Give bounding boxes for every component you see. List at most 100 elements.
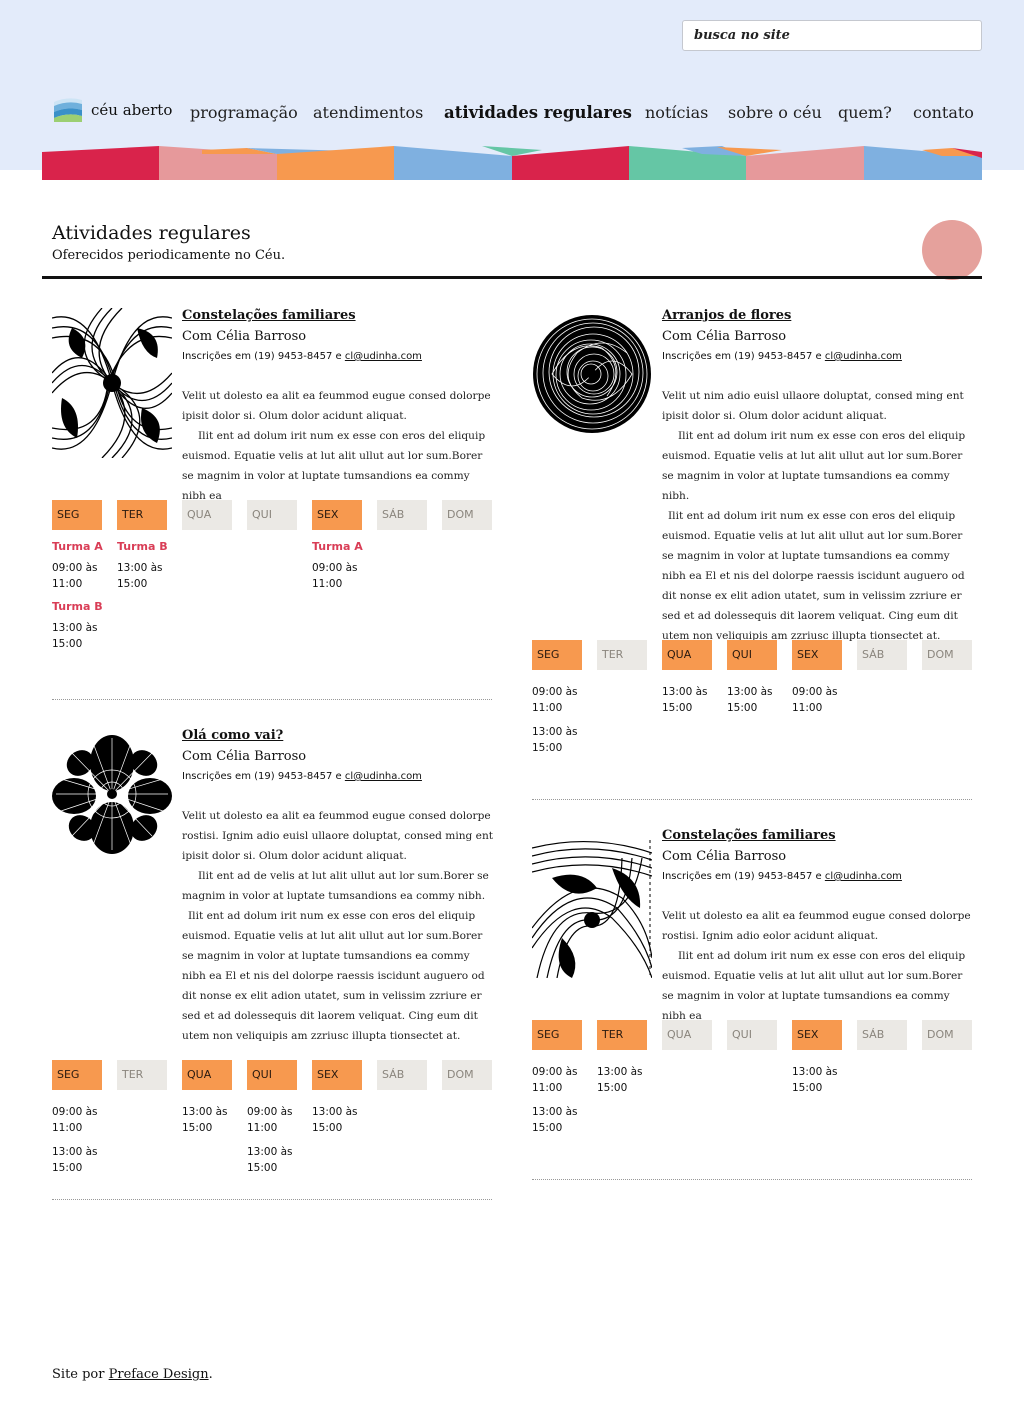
sky-logo-icon xyxy=(54,98,82,122)
day-sex: SEX xyxy=(312,1060,362,1090)
title-rule xyxy=(42,276,982,279)
day-dom: DOM xyxy=(442,500,492,530)
schedule-time: 13:00 às 15:00 xyxy=(52,1146,98,1174)
day-sex: SEX xyxy=(792,640,842,670)
activity-description: Velit ut dolesto ea alit ea feummod eugu… xyxy=(662,906,974,1026)
turma-label: Turma B xyxy=(52,600,103,613)
day-ter: TER xyxy=(117,1060,167,1090)
day-sab: SÁB xyxy=(377,500,427,530)
day-qui: QUI xyxy=(727,1020,777,1050)
description-paragraph: Ilit ent ad de velis at lut alit ullut a… xyxy=(182,870,489,902)
schedule-time: 09:00 às 11:00 xyxy=(532,1066,578,1094)
weekday-row: SEG TER QUA QUI SEX SÁB DOM xyxy=(532,640,972,670)
schedule-time: 13:00 às 15:00 xyxy=(662,686,708,714)
activity-title-link[interactable]: Olá como vai? xyxy=(182,728,283,743)
activity-title-link[interactable]: Constelações familiares xyxy=(662,828,836,843)
search-input[interactable] xyxy=(682,20,982,51)
card-divider xyxy=(532,799,972,800)
activity-image xyxy=(52,308,172,458)
activity-title-link[interactable]: Arranjos de flores xyxy=(662,308,791,323)
color-stripes-banner xyxy=(42,146,982,180)
weekday-row: SEG TER QUA QUI SEX SÁB DOM xyxy=(52,1060,492,1090)
schedule-time: 09:00 às 11:00 xyxy=(52,1106,98,1134)
home-logo-link[interactable]: céu aberto xyxy=(52,96,172,124)
schedule-time: 13:00 às 15:00 xyxy=(247,1146,293,1174)
day-seg: SEG xyxy=(52,500,102,530)
day-ter: TER xyxy=(597,1020,647,1050)
activity-contact: Inscrições em (19) 9453-8457 e cl@udinha… xyxy=(662,351,902,362)
day-sex: SEX xyxy=(792,1020,842,1050)
activity-image xyxy=(532,828,652,978)
day-qua: QUA xyxy=(182,1060,232,1090)
description-paragraph: Ilit ent ad dolum irit num ex esse con e… xyxy=(182,910,485,1042)
brand-name: céu aberto xyxy=(91,101,173,119)
email-link[interactable]: cl@udinha.com xyxy=(345,771,422,782)
activity-card: Constelações familiares Com Célia Barros… xyxy=(52,308,492,728)
activity-contact: Inscrições em (19) 9453-8457 e cl@udinha… xyxy=(182,351,422,362)
schedule-time: 13:00 às 15:00 xyxy=(182,1106,228,1134)
schedule-time: 13:00 às 15:00 xyxy=(597,1066,643,1094)
day-dom: DOM xyxy=(922,1020,972,1050)
day-sab: SÁB xyxy=(857,1020,907,1050)
activity-card: Constelações familiares Com Célia Barros… xyxy=(532,828,972,1188)
card-divider xyxy=(52,699,492,700)
activity-card: Arranjos de flores Com Célia Barroso Ins… xyxy=(532,308,972,808)
nav-item-atividades-regulares[interactable]: atividades regulares xyxy=(444,103,632,122)
site-footer: Site por Preface Design. xyxy=(52,1367,213,1382)
activity-author: Com Célia Barroso xyxy=(662,849,787,864)
description-paragraph: Ilit ent ad dolum irit num ex esse con e… xyxy=(662,510,965,642)
day-seg: SEG xyxy=(532,640,582,670)
schedule-time: 09:00 às 11:00 xyxy=(52,562,98,590)
weekday-row: SEG TER QUA QUI SEX SÁB DOM xyxy=(52,500,492,530)
card-divider xyxy=(532,1179,972,1180)
activity-card: Olá como vai? Com Célia Barroso Inscriçõ… xyxy=(52,728,493,1208)
schedule-time: 13:00 às 15:00 xyxy=(532,1106,578,1134)
contact-text: Inscrições em (19) 9453-8457 e xyxy=(662,871,825,882)
activity-title-link[interactable]: Constelações familiares xyxy=(182,308,356,323)
description-paragraph: Ilit ent ad dolum irit num ex esse con e… xyxy=(662,430,966,502)
email-link[interactable]: cl@udinha.com xyxy=(825,351,902,362)
schedule-time: 13:00 às 15:00 xyxy=(727,686,773,714)
nav-item-contato[interactable]: contato xyxy=(913,103,974,122)
day-sex: SEX xyxy=(312,500,362,530)
nav-item-atendimentos[interactable]: atendimentos xyxy=(313,103,423,122)
day-qua: QUA xyxy=(662,640,712,670)
spiral-pattern-image xyxy=(52,308,172,458)
contact-text: Inscrições em (19) 9453-8457 e xyxy=(662,351,825,362)
description-paragraph: Velit ut dolesto ea alit ea feummod eugu… xyxy=(182,390,491,422)
day-qui: QUI xyxy=(727,640,777,670)
day-dom: DOM xyxy=(442,1060,492,1090)
description-paragraph: Velit ut dolesto ea alit ea feummod eugu… xyxy=(662,910,971,942)
day-sab: SÁB xyxy=(857,640,907,670)
nav-item-quem[interactable]: quem? xyxy=(838,103,892,122)
day-dom: DOM xyxy=(922,640,972,670)
nav-item-noticias[interactable]: notícias xyxy=(645,103,708,122)
flower-pattern-image xyxy=(52,735,172,854)
footer-credit-link[interactable]: Preface Design xyxy=(109,1367,209,1382)
schedule-time: 09:00 às 11:00 xyxy=(532,686,578,714)
activity-contact: Inscrições em (19) 9453-8457 e cl@udinha… xyxy=(182,771,422,782)
footer-period: . xyxy=(208,1367,213,1382)
schedule-time: 09:00 às 11:00 xyxy=(312,562,358,590)
day-qua: QUA xyxy=(182,500,232,530)
vortex-circle-image xyxy=(533,315,651,433)
turma-label: Turma A xyxy=(52,540,103,553)
description-paragraph: Ilit ent ad dolum irit num ex esse con e… xyxy=(182,430,486,502)
weekday-row: SEG TER QUA QUI SEX SÁB DOM xyxy=(532,1020,972,1050)
email-link[interactable]: cl@udinha.com xyxy=(825,871,902,882)
activity-author: Com Célia Barroso xyxy=(182,749,307,764)
nav-item-sobre-o-ceu[interactable]: sobre o céu xyxy=(728,103,822,122)
schedule-time: 13:00 às 15:00 xyxy=(52,622,98,650)
schedule-time: 13:00 às 15:00 xyxy=(792,1066,838,1094)
footer-text: Site por xyxy=(52,1367,109,1382)
swirl-pattern-image xyxy=(532,840,652,978)
nav-item-programacao[interactable]: programação xyxy=(190,103,298,122)
activity-image xyxy=(52,728,172,878)
schedule-time: 13:00 às 15:00 xyxy=(312,1106,358,1134)
day-qui: QUI xyxy=(247,1060,297,1090)
activity-description: Velit ut dolesto ea alit ea feummod eugu… xyxy=(182,386,494,506)
email-link[interactable]: cl@udinha.com xyxy=(345,351,422,362)
activity-image xyxy=(532,308,652,458)
contact-text: Inscrições em (19) 9453-8457 e xyxy=(182,351,345,362)
turma-label: Turma B xyxy=(117,540,168,553)
